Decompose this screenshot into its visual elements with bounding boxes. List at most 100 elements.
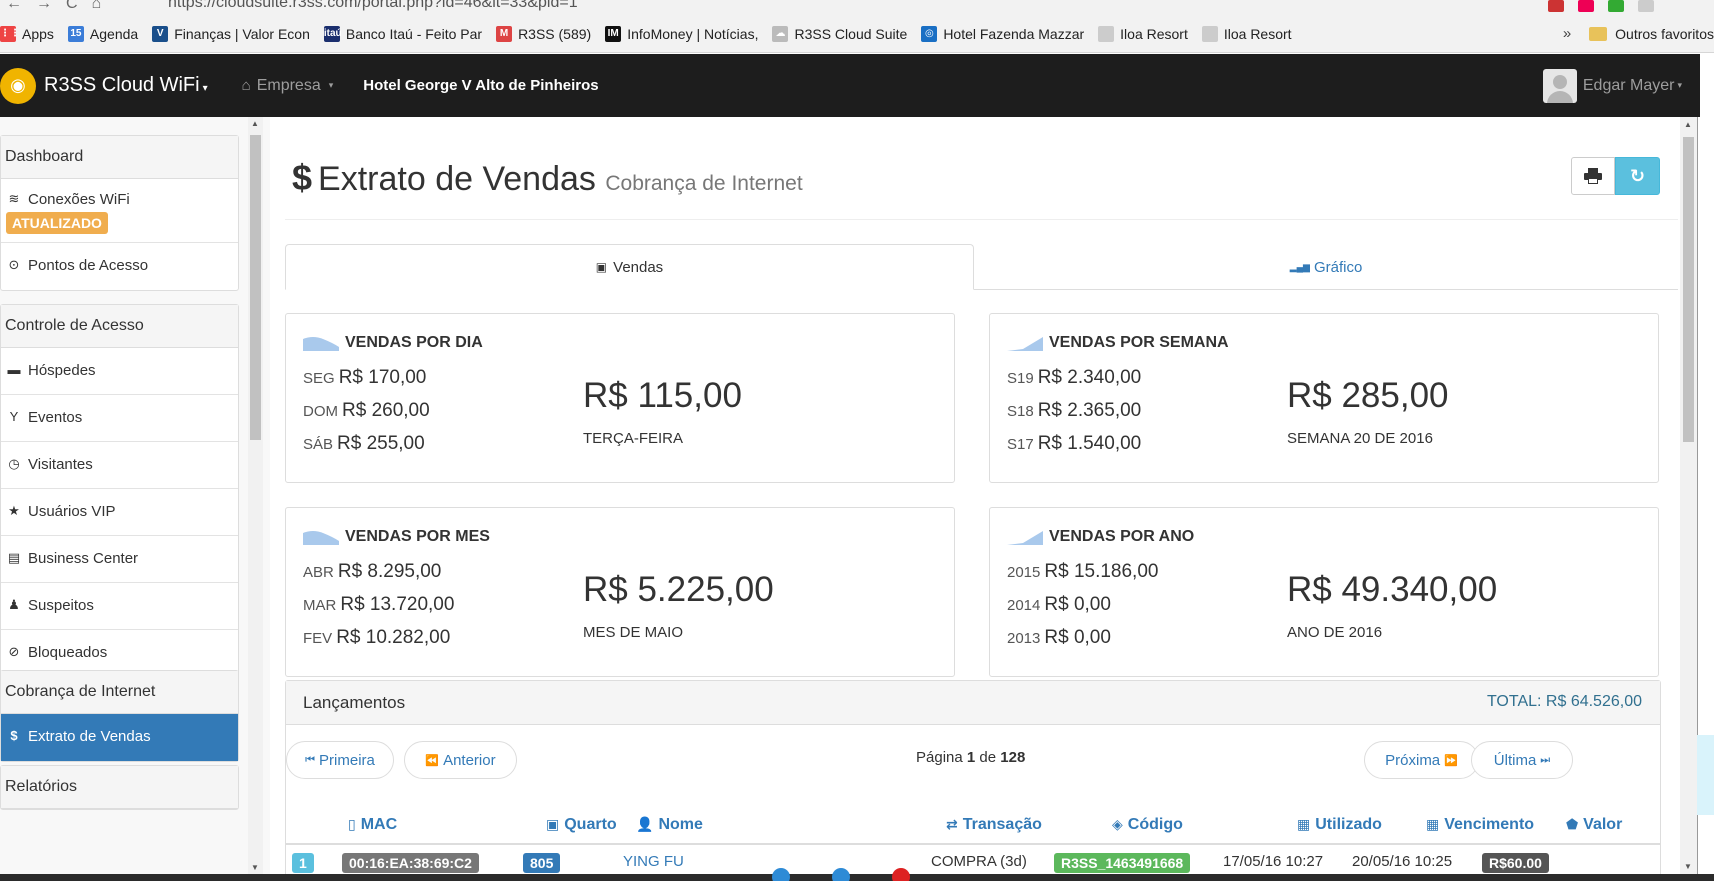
sidebar-item-conex-es-wifi[interactable]: ≋ Conexões WiFi ATUALIZADO bbox=[1, 179, 238, 243]
ban-icon: ⊘ bbox=[8, 644, 20, 659]
column-header-valor[interactable]: ⬟ Valor bbox=[1566, 816, 1622, 834]
table-cell: 1 bbox=[292, 853, 314, 873]
taskbar-app-icon[interactable] bbox=[892, 868, 910, 881]
stat-rows: 2015 R$ 15.186,00 2014 R$ 0,00 2013 R$ 0,00 bbox=[1007, 561, 1158, 660]
bookmark-item[interactable]: itaú Banco Itaú - Feito Par bbox=[323, 25, 482, 42]
current-page: 1 bbox=[966, 749, 976, 766]
main-scrollbar[interactable]: ▲ ▼ bbox=[1680, 117, 1697, 874]
stat-rows: ABR R$ 8.295,00 MAR R$ 13.720,00 FEV R$ 10.28… bbox=[303, 561, 454, 660]
sidebar-section-header[interactable]: Cobrança de Internet bbox=[1, 671, 238, 714]
empresa-menu[interactable]: ⌂ Empresa ▾ bbox=[242, 77, 334, 95]
bookmark-item[interactable]: ⋮⋮ Apps bbox=[0, 25, 54, 42]
sidebar-scrollbar[interactable]: ▲ ▼ bbox=[248, 117, 263, 874]
bookmark-item[interactable]: IM InfoMoney | Notícias, bbox=[605, 25, 758, 42]
bookmark-item[interactable]: Iloa Resort bbox=[1201, 25, 1292, 42]
sidebar-item-line: ▤ Business Center bbox=[6, 550, 138, 567]
bookmark-item[interactable]: ☁ R3SS Cloud Suite bbox=[772, 25, 908, 42]
hotel-name[interactable]: Hotel George V Alto de Pinheiros bbox=[363, 77, 598, 94]
stat-big-value: R$ 115,00 bbox=[583, 376, 742, 415]
scrollbar-thumb[interactable] bbox=[1683, 137, 1694, 442]
bookmark-item[interactable]: ◎ Hotel Fazenda Mazzar bbox=[921, 25, 1084, 42]
column-header-transacao[interactable]: ⇄ Transação bbox=[946, 816, 1042, 834]
prev-page-button[interactable]: ⏪ Anterior bbox=[404, 741, 517, 779]
column-label: Utilizado bbox=[1315, 816, 1382, 833]
sidebar-item-line: ★ Usuários VIP bbox=[6, 503, 115, 520]
sidebar-item-content: $ Extrato de Vendas bbox=[6, 728, 150, 745]
backward-icon: ⏪ bbox=[425, 754, 440, 767]
sidebar-item-pontos-de-acesso[interactable]: ⊙ Pontos de Acesso bbox=[1, 243, 238, 290]
stat-title-text: VENDAS POR MES bbox=[345, 528, 490, 545]
transacao-icon: ⇄ bbox=[946, 816, 958, 832]
stat-row-value: R$ 260,00 bbox=[342, 400, 430, 421]
side-panel-tab[interactable] bbox=[1697, 735, 1714, 815]
user-menu[interactable]: Edgar Mayer ▾ bbox=[1542, 68, 1682, 103]
bookmark-label: Apps bbox=[22, 25, 54, 42]
empresa-label: Empresa bbox=[256, 76, 321, 94]
scroll-up-icon[interactable]: ▲ bbox=[1684, 120, 1692, 129]
total-pages: 128 bbox=[1000, 749, 1026, 766]
title-actions: ↻ bbox=[1571, 157, 1660, 195]
stat-row: 2013 R$ 0,00 bbox=[1007, 627, 1158, 660]
sidebar-item-usu-rios-vip[interactable]: ★ Usuários VIP bbox=[1, 489, 238, 536]
scroll-up-icon[interactable]: ▲ bbox=[251, 119, 259, 128]
sidebar-section-header[interactable]: Controle de Acesso bbox=[1, 305, 238, 348]
extension-icons bbox=[1548, 0, 1654, 15]
table-row[interactable]: 1 00:16:EA:38:69:C2 805 YING FU COMPRA (3d) R… bbox=[286, 846, 1660, 874]
stat-title-text: VENDAS POR SEMANA bbox=[1049, 334, 1229, 351]
other-favorites[interactable]: Outros favoritos bbox=[1589, 26, 1714, 42]
column-header-utilizado[interactable]: ▦ Utilizado bbox=[1297, 816, 1382, 834]
bookmark-label: R3SS Cloud Suite bbox=[794, 25, 908, 42]
sidebar-item-h-spedes[interactable]: ▬ Hóspedes bbox=[1, 348, 238, 395]
tab-grafico[interactable]: ▂▄▆ Gráfico bbox=[974, 244, 1678, 290]
lancamentos-title: Lançamentos bbox=[303, 693, 406, 712]
taskbar-app-icon[interactable] bbox=[832, 868, 850, 881]
column-header-vencimento[interactable]: ▦ Vencimento bbox=[1426, 816, 1534, 834]
browser-nav-icons[interactable]: ←→C⌂ bbox=[6, 0, 115, 13]
refresh-button[interactable]: ↻ bbox=[1615, 157, 1660, 195]
extension-icon[interactable] bbox=[1578, 0, 1594, 12]
bookmark-item[interactable]: Iloa Resort bbox=[1098, 25, 1188, 42]
sidebar-item-business-center[interactable]: ▤ Business Center bbox=[1, 536, 238, 583]
brand-menu[interactable]: R3SS Cloud WiFi ▾ bbox=[44, 74, 208, 97]
sidebar-item-label: Pontos de Acesso bbox=[28, 257, 149, 274]
sidebar-item-eventos[interactable]: Y Eventos bbox=[1, 395, 238, 442]
sidebar-section-header[interactable]: Dashboard bbox=[1, 136, 238, 179]
extension-icon[interactable] bbox=[1548, 0, 1564, 12]
stat-row-value: R$ 0,00 bbox=[1044, 627, 1111, 648]
first-page-button[interactable]: ⏮ Primeira bbox=[286, 741, 394, 779]
guest-name-link[interactable]: YING FU bbox=[623, 853, 684, 870]
stat-big-value: R$ 285,00 bbox=[1287, 376, 1449, 415]
sidebar-item-visitantes[interactable]: ◷ Visitantes bbox=[1, 442, 238, 489]
last-page-button[interactable]: Última ⏭ bbox=[1471, 741, 1573, 779]
sidebar-item-suspeitos[interactable]: ♟ Suspeitos bbox=[1, 583, 238, 630]
stat-row: 2015 R$ 15.186,00 bbox=[1007, 561, 1158, 594]
column-header-nome[interactable]: 👤 Nome bbox=[636, 816, 703, 834]
address-bar[interactable]: https://cloudsuite.r3ss.com/portal.php?i… bbox=[168, 0, 578, 12]
divider bbox=[285, 219, 1678, 220]
tab-vendas[interactable]: ▣ Vendas bbox=[285, 244, 974, 290]
print-button[interactable] bbox=[1571, 157, 1615, 195]
column-header-codigo[interactable]: ◈ Código bbox=[1112, 816, 1183, 834]
column-header-quarto[interactable]: ▣ Quarto bbox=[546, 816, 617, 834]
bookmark-item[interactable]: M R3SS (589) bbox=[496, 25, 591, 42]
sidebar-section-header[interactable]: Relatórios bbox=[1, 766, 238, 809]
bookmark-item[interactable]: V Finanças | Valor Econ bbox=[152, 25, 310, 42]
sidebar-item-extrato-de-vendas[interactable]: $ Extrato de Vendas bbox=[1, 714, 238, 761]
scroll-down-icon[interactable]: ▼ bbox=[251, 863, 259, 872]
sidebar-item-label: Hóspedes bbox=[28, 362, 96, 379]
extension-icon[interactable] bbox=[1638, 0, 1654, 12]
scrollbar-thumb[interactable] bbox=[250, 135, 261, 440]
sidebar-item-content: ≋ Conexões WiFi ATUALIZADO bbox=[6, 191, 130, 234]
more-bookmarks-button[interactable]: » bbox=[1563, 25, 1571, 42]
scroll-down-icon[interactable]: ▼ bbox=[1684, 862, 1692, 871]
other-favorites-label: Outros favoritos bbox=[1615, 25, 1714, 42]
bookmark-item[interactable]: 15 Agenda bbox=[67, 25, 138, 42]
stat-big-value: R$ 5.225,00 bbox=[583, 570, 774, 609]
next-page-button[interactable]: Próxima ⏩ bbox=[1364, 741, 1479, 779]
taskbar-app-icon[interactable] bbox=[772, 868, 790, 881]
column-header-mac[interactable]: ▯ MAC bbox=[348, 816, 397, 834]
stat-caption: MES DE MAIO bbox=[583, 624, 684, 641]
dollar-icon: $ bbox=[10, 728, 18, 743]
extension-icon[interactable] bbox=[1608, 0, 1624, 12]
stat-row-label: MAR bbox=[303, 597, 337, 614]
